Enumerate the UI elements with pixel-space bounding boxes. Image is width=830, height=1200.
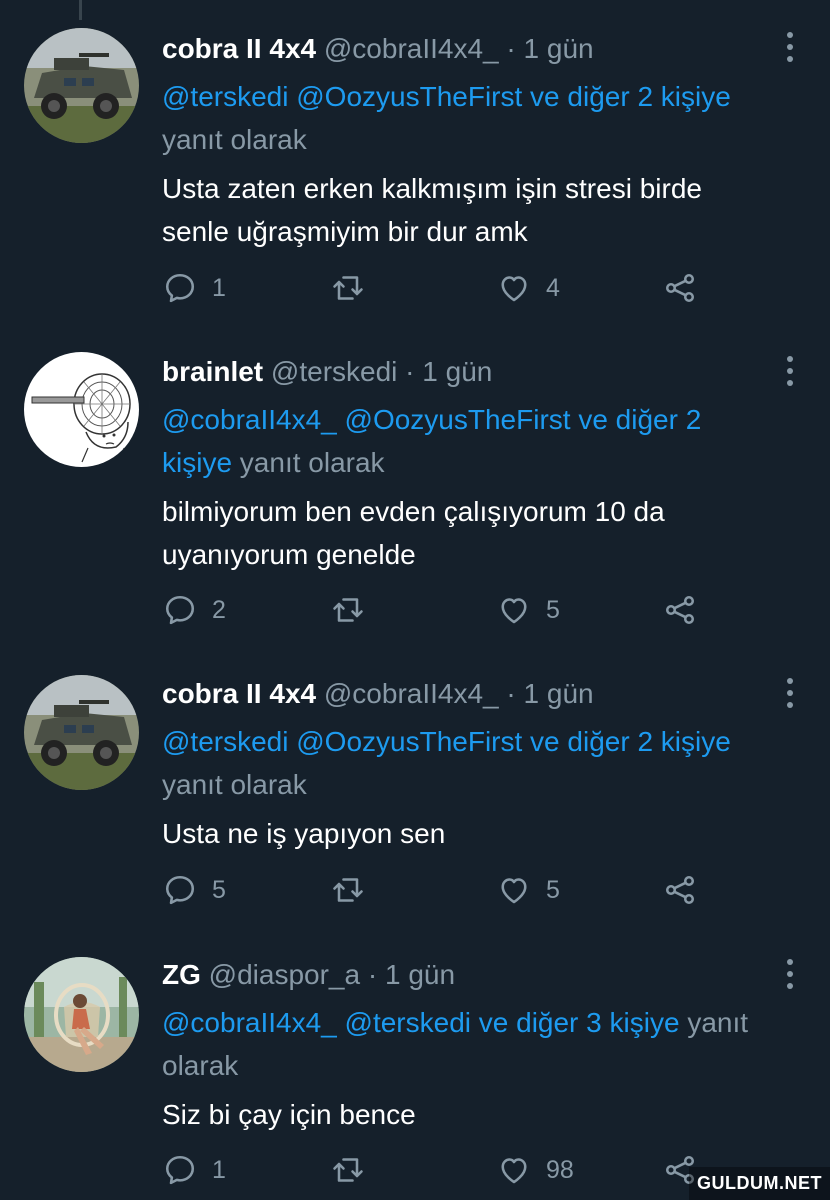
like-icon (501, 598, 527, 624)
reply-mentions[interactable]: @cobraII4x4_ @OozyusTheFirst ve diğer 2 (162, 404, 701, 435)
like-button[interactable]: 5 (496, 590, 560, 630)
more-options-icon[interactable] (780, 678, 800, 708)
retweet-button[interactable] (330, 590, 380, 630)
reply-mentions[interactable]: @terskedi @OozyusTheFirst ve diğer 2 kiş… (162, 726, 731, 757)
reply-icon (165, 875, 195, 905)
retweet-icon (333, 1158, 363, 1182)
reply-mentions[interactable]: @terskedi @OozyusTheFirst ve diğer 2 kiş… (162, 81, 731, 112)
tweet-actions: 2 5 (162, 590, 722, 630)
reply-count: 1 (212, 1155, 226, 1184)
tweet-text-line: uyanıyorum genelde (162, 539, 416, 570)
timestamp[interactable]: 1 gün (385, 959, 455, 990)
like-button[interactable]: 4 (496, 268, 560, 308)
thread-connector-line (79, 0, 82, 20)
separator-dot: · (506, 33, 516, 64)
tweet-text-line: senle uğraşmiyim bir dur amk (162, 216, 528, 247)
tweet-text: Usta zaten erken kalkmışım işin stresi b… (162, 167, 800, 253)
retweet-icon (333, 878, 363, 902)
tweet-text: Siz bi çay için bence (162, 1093, 800, 1136)
share-icon (665, 273, 695, 303)
avatar-armored-vehicle[interactable] (24, 675, 139, 790)
like-icon (501, 1158, 527, 1184)
avatar-brainlet-meme[interactable] (24, 352, 139, 467)
reply-count: 5 (212, 875, 226, 904)
reply-icon (165, 1155, 195, 1185)
tweet-text: bilmiyorum ben evden çalışıyorum 10 da u… (162, 490, 800, 576)
reply-mentions[interactable]: kişiye (162, 447, 232, 478)
reply-button[interactable]: 2 (162, 590, 226, 630)
timestamp[interactable]: 1 gün (524, 33, 594, 64)
tweet-text-line: bilmiyorum ben evden çalışıyorum 10 da (162, 496, 665, 527)
display-name[interactable]: brainlet (162, 356, 263, 387)
reply-count: 2 (212, 595, 226, 624)
retweet-button[interactable] (330, 268, 380, 308)
share-button[interactable] (662, 870, 698, 910)
reply-suffix: yanıt (687, 1007, 749, 1038)
user-handle[interactable]: @cobraII4x4_ (324, 678, 499, 709)
display-name[interactable]: cobra II 4x4 (162, 33, 316, 64)
reply-suffix: yanıt olarak (162, 124, 307, 155)
tweet-actions: 1 4 (162, 268, 722, 308)
reply-suffix: yanıt olarak (162, 769, 307, 800)
share-icon (665, 595, 695, 625)
like-icon (501, 878, 527, 904)
retweet-icon (333, 598, 363, 622)
more-options-icon[interactable] (780, 356, 800, 386)
tweet-text-line: Usta ne iş yapıyon sen (162, 818, 446, 849)
separator-dot: · (405, 356, 415, 387)
timestamp[interactable]: 1 gün (422, 356, 492, 387)
reply-suffix: olarak (162, 1050, 239, 1081)
like-count: 98 (546, 1155, 574, 1184)
reply-icon (165, 595, 195, 625)
like-count: 4 (546, 273, 560, 302)
tweet-actions: 5 5 (162, 870, 722, 910)
separator-dot: · (506, 678, 516, 709)
user-handle[interactable]: @terskedi (271, 356, 397, 387)
user-handle[interactable]: @diaspor_a (209, 959, 360, 990)
reply-suffix: yanıt olarak (239, 447, 385, 478)
reply-icon (165, 273, 195, 303)
like-icon (501, 276, 527, 302)
avatar-armored-vehicle[interactable] (24, 28, 139, 143)
retweet-icon (333, 276, 363, 300)
like-count: 5 (546, 875, 560, 904)
like-button[interactable]: 98 (496, 1150, 574, 1190)
user-handle[interactable]: @cobraII4x4_ (324, 33, 499, 64)
display-name[interactable]: ZG (162, 959, 201, 990)
like-count: 5 (546, 595, 560, 624)
display-name[interactable]: cobra II 4x4 (162, 678, 316, 709)
reply-mentions[interactable]: @cobraII4x4_ @terskedi ve diğer 3 kişiye (162, 1007, 680, 1038)
retweet-button[interactable] (330, 870, 380, 910)
share-icon (665, 875, 695, 905)
timestamp[interactable]: 1 gün (524, 678, 594, 709)
reply-count: 1 (212, 273, 226, 302)
more-options-icon[interactable] (780, 959, 800, 989)
tweet-text-line: Siz bi çay için bence (162, 1099, 416, 1130)
reply-button[interactable]: 1 (162, 268, 226, 308)
like-button[interactable]: 5 (496, 870, 560, 910)
retweet-button[interactable] (330, 1150, 380, 1190)
share-button[interactable] (662, 268, 698, 308)
reply-button[interactable]: 1 (162, 1150, 226, 1190)
tweet-actions: 1 98 (162, 1150, 722, 1190)
share-button[interactable] (662, 590, 698, 630)
watermark: GULDUM.NET (689, 1167, 830, 1200)
reply-button[interactable]: 5 (162, 870, 226, 910)
tweet-text-line: Usta zaten erken kalkmışım işin stresi b… (162, 173, 702, 204)
tweet-text: Usta ne iş yapıyon sen (162, 812, 800, 855)
avatar-woman-on-swing[interactable] (24, 957, 139, 1072)
more-options-icon[interactable] (780, 32, 800, 62)
separator-dot: · (367, 959, 378, 990)
